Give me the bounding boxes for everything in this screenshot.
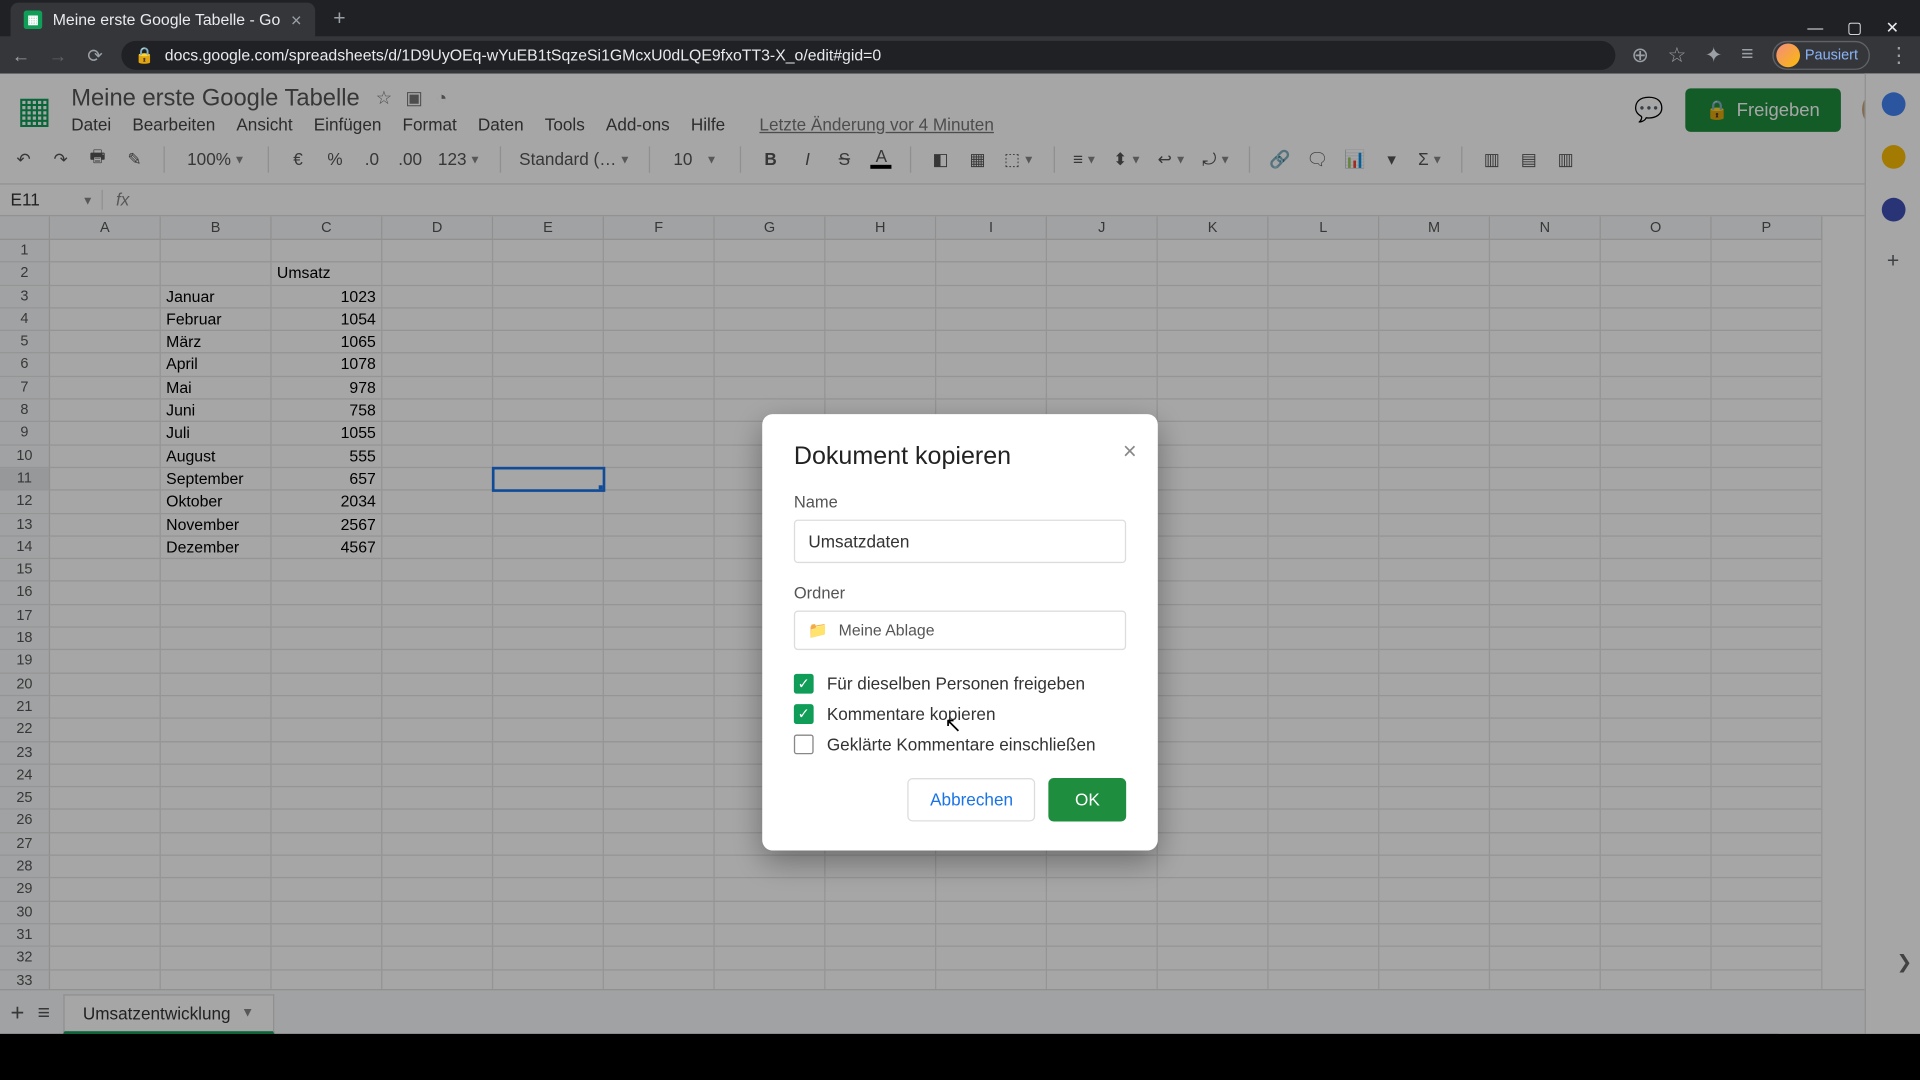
new-tab-button[interactable]: +	[325, 3, 353, 37]
share-same-people-checkbox[interactable]: ✓ Für dieselben Personen freigeben	[794, 674, 1126, 694]
folder-icon: 📁	[808, 621, 828, 639]
minimize-icon[interactable]: —	[1807, 18, 1823, 36]
bookmark-icon[interactable]: ☆	[1668, 42, 1687, 68]
copy-document-dialog: × Dokument kopieren Name Ordner 📁 Meine …	[762, 414, 1158, 850]
menu-icon[interactable]: ⋮	[1888, 42, 1909, 68]
close-dialog-icon[interactable]: ×	[1123, 438, 1137, 466]
zoom-indicator-icon[interactable]: ⊕	[1631, 42, 1649, 68]
lock-icon: 🔒	[135, 46, 155, 64]
folder-picker[interactable]: 📁 Meine Ablage	[794, 611, 1126, 651]
folder-label: Ordner	[794, 584, 1126, 602]
forward-icon[interactable]: →	[47, 45, 68, 66]
reading-list-icon[interactable]: ≡	[1741, 44, 1753, 68]
back-icon[interactable]: ←	[11, 45, 32, 66]
reload-icon[interactable]: ⟳	[84, 44, 105, 66]
checkbox-unchecked-icon	[794, 735, 814, 755]
name-label: Name	[794, 493, 1126, 511]
tab-title: Meine erste Google Tabelle - Go	[53, 11, 281, 29]
cancel-button[interactable]: Abbrechen	[908, 778, 1036, 822]
close-tab-icon[interactable]: ×	[291, 9, 302, 30]
url-text: docs.google.com/spreadsheets/d/1D9UyOEq-…	[165, 46, 881, 64]
checkbox-checked-icon: ✓	[794, 674, 814, 694]
profile-chip[interactable]: Pausiert	[1772, 41, 1870, 70]
browser-tab-strip: ▦ Meine erste Google Tabelle - Go × + — …	[0, 0, 1920, 37]
copy-comments-checkbox[interactable]: ✓ Kommentare kopieren	[794, 704, 1126, 724]
maximize-icon[interactable]: ▢	[1847, 18, 1862, 36]
ok-button[interactable]: OK	[1049, 778, 1127, 822]
avatar-icon	[1776, 44, 1800, 68]
copy-name-input[interactable]	[794, 520, 1126, 564]
checkbox-checked-icon: ✓	[794, 704, 814, 724]
browser-toolbar: ← → ⟳ 🔒 docs.google.com/spreadsheets/d/1…	[0, 37, 1920, 74]
dialog-title: Dokument kopieren	[794, 443, 1126, 472]
include-resolved-checkbox[interactable]: Geklärte Kommentare einschließen	[794, 735, 1126, 755]
sheets-favicon-icon: ▦	[24, 11, 42, 29]
browser-tab[interactable]: ▦ Meine erste Google Tabelle - Go ×	[11, 3, 315, 37]
close-window-icon[interactable]: ✕	[1886, 18, 1899, 36]
extensions-icon[interactable]: ✦	[1705, 42, 1723, 68]
address-bar[interactable]: 🔒 docs.google.com/spreadsheets/d/1D9UyOE…	[121, 41, 1615, 70]
